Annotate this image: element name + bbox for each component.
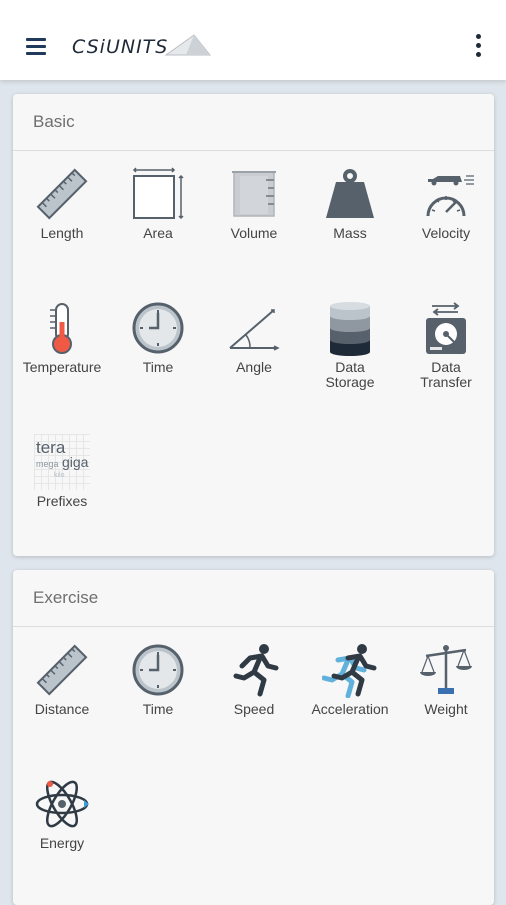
tile-data-storage[interactable]: Data Storage xyxy=(302,300,398,410)
tile-exercise-time[interactable]: Time xyxy=(110,642,206,752)
tile-label: Speed xyxy=(233,701,275,717)
tile-label: Velocity xyxy=(421,225,471,241)
tile-length[interactable]: Length xyxy=(14,166,110,276)
tile-angle[interactable]: Angle xyxy=(206,300,302,410)
angle-icon xyxy=(229,309,280,351)
tile-label: Weight xyxy=(424,701,468,717)
tile-label: Time xyxy=(142,359,174,375)
app-bar: CSiUNITS xyxy=(0,0,506,80)
tile-label: Volume xyxy=(230,225,278,241)
tile-label: Area xyxy=(143,225,173,241)
tile-acceleration[interactable]: Acceleration xyxy=(302,642,398,752)
prefix-word-kilo: kilo xyxy=(54,472,65,479)
runner-icon xyxy=(233,644,279,697)
tile-label: Prefixes xyxy=(36,493,88,509)
beaker-icon xyxy=(232,171,276,217)
tile-label: Time xyxy=(142,701,174,717)
atom-icon xyxy=(35,780,89,828)
tile-volume[interactable]: Volume xyxy=(206,166,302,276)
tile-label: Data Transfer xyxy=(420,359,472,390)
section-title-exercise: Exercise xyxy=(13,570,494,627)
tile-data-transfer[interactable]: Data Transfer xyxy=(398,300,494,410)
tile-label: Angle xyxy=(236,359,272,375)
tile-speed[interactable]: Speed xyxy=(206,642,302,752)
basic-card: Basic Length Area Volume Mass Velocity T… xyxy=(13,94,494,556)
prefix-word-giga: giga xyxy=(62,454,89,470)
menu-icon[interactable] xyxy=(18,28,54,64)
tile-label: Energy xyxy=(39,835,85,851)
tile-energy[interactable]: Energy xyxy=(14,776,110,886)
tile-label: Length xyxy=(40,225,84,241)
section-title-basic: Basic xyxy=(13,94,494,151)
clock-icon xyxy=(132,302,184,354)
logo-triangle-icon xyxy=(164,34,212,56)
logo-text: CSiUNITS xyxy=(72,36,169,58)
tile-time[interactable]: Time xyxy=(110,300,206,410)
tile-label: Acceleration xyxy=(311,701,389,717)
prefix-word-tera: tera xyxy=(36,438,66,457)
hard-drive-transfer-icon xyxy=(426,302,466,354)
scale-icon xyxy=(420,645,472,694)
tile-label: Temperature xyxy=(22,359,102,375)
tile-weight[interactable]: Weight xyxy=(398,642,494,752)
tile-prefixes[interactable]: tera mega giga kilo Prefixes xyxy=(14,434,110,544)
ruler-icon xyxy=(36,644,88,696)
prefixes-icon: tera mega giga kilo xyxy=(34,434,90,490)
tile-velocity[interactable]: Velocity xyxy=(398,166,494,276)
runner-blur-icon xyxy=(322,644,377,698)
tile-mass[interactable]: Mass xyxy=(302,166,398,276)
ruler-icon xyxy=(36,168,88,220)
clock-icon xyxy=(132,644,184,696)
tile-temperature[interactable]: Temperature xyxy=(14,300,110,410)
area-icon xyxy=(132,167,184,220)
exercise-card: Exercise Distance Time Speed Acceleratio… xyxy=(13,570,494,905)
tile-label: Data Storage xyxy=(325,359,375,390)
thermometer-icon xyxy=(50,303,72,354)
tile-distance[interactable]: Distance xyxy=(14,642,110,752)
database-icon xyxy=(330,302,370,356)
speedometer-icon xyxy=(426,175,474,217)
tile-label: Mass xyxy=(333,225,367,241)
prefix-word-mega: mega xyxy=(36,459,59,469)
overflow-menu-icon[interactable] xyxy=(468,30,488,62)
weight-icon xyxy=(326,169,374,218)
tile-area[interactable]: Area xyxy=(110,166,206,276)
tile-label: Distance xyxy=(34,701,90,717)
